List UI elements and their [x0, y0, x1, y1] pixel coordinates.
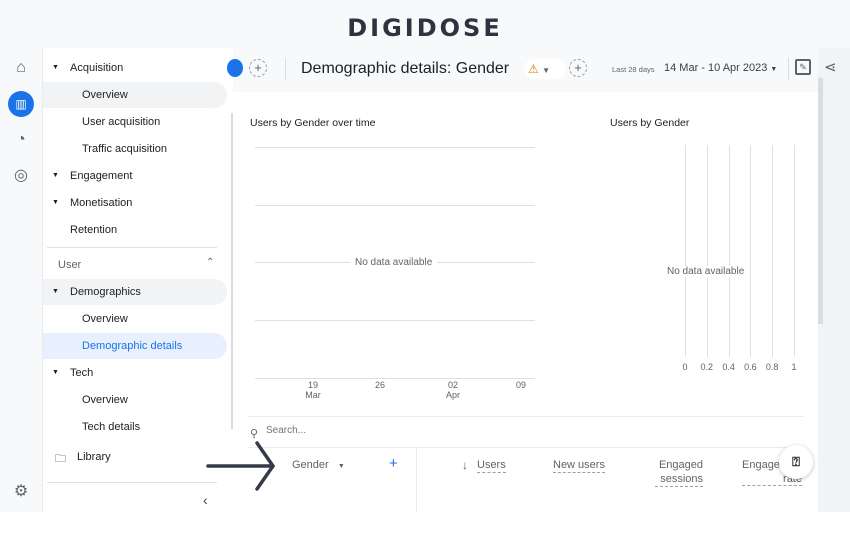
divider — [47, 247, 217, 248]
nav-item-label: Demographics — [70, 286, 141, 298]
explore-icon[interactable]: ◔ — [11, 130, 31, 150]
add-dimension-button[interactable]: + — [389, 455, 398, 472]
collapse-icon[interactable]: ⌃ — [206, 257, 214, 268]
nav-item[interactable]: Tech details — [43, 414, 227, 440]
nav-item-label: Monetisation — [70, 197, 133, 209]
nav-item[interactable]: Overview — [43, 306, 227, 332]
digidose-logo: DIGIDOSE — [347, 14, 503, 42]
date-range-label: Last 28 days — [612, 65, 655, 74]
gridline — [255, 147, 535, 148]
page-title: Demographic details: Gender — [301, 60, 510, 77]
nav-item[interactable]: ▼ Tech — [43, 360, 227, 386]
divider — [416, 447, 417, 512]
date-range-value: 14 Mar - 10 Apr 2023 — [664, 62, 768, 74]
gridline — [772, 145, 774, 357]
gridline — [255, 205, 535, 206]
divider — [248, 416, 804, 417]
report-header: + Demographic details: Gender ⚠ ▼ + Last… — [227, 48, 818, 92]
settings-gear-icon[interactable]: ⚙ — [11, 482, 31, 502]
nav-item[interactable]: Overview — [43, 82, 227, 108]
nav-item-label: Demographic details — [82, 340, 183, 352]
divider — [285, 58, 286, 80]
feedback-icon[interactable]: ⍰ — [779, 445, 813, 479]
warning-dropdown[interactable]: ⚠ ▼ — [524, 59, 566, 79]
expand-arrow-icon: ▼ — [52, 199, 59, 206]
scrollbar[interactable] — [818, 78, 823, 324]
x-tick-label: 02 Apr — [445, 380, 460, 400]
nav-section-user[interactable]: User — [58, 259, 81, 271]
gridline — [255, 378, 535, 379]
nav-item-label: Overview — [82, 394, 128, 406]
nav-item-label: Engagement — [70, 170, 133, 182]
gridline — [750, 145, 752, 357]
nav-item[interactable]: ▼ Monetisation — [43, 190, 227, 216]
nav-item-label: User acquisition — [82, 116, 161, 128]
nav-item-label: Retention — [70, 224, 118, 236]
gridline — [685, 145, 686, 357]
chevron-down-icon: ▼ — [770, 66, 778, 73]
share-icon[interactable]: ⋖ — [824, 58, 837, 76]
home-icon[interactable]: ⌂ — [11, 58, 31, 78]
search-icon: ⚲ — [250, 428, 259, 440]
nav-item-label: Overview — [82, 89, 128, 101]
nav-item[interactable]: Demographic details — [43, 333, 227, 359]
nav-item[interactable]: ▼ Acquisition — [43, 55, 227, 81]
icon-rail: ⌂ ▥ ◔ ◎ ⚙ — [0, 48, 42, 512]
column-header-engaged-sessions[interactable]: Engaged sessions — [655, 458, 703, 487]
expand-arrow-icon: ▼ — [52, 64, 59, 71]
gridline — [794, 145, 795, 357]
gridline — [255, 320, 535, 321]
nav-item[interactable]: Overview — [43, 387, 227, 413]
add-button[interactable]: + — [569, 59, 587, 77]
folder-icon: 🗀 — [55, 453, 66, 465]
nav-item[interactable]: User acquisition — [43, 109, 227, 135]
customize-report-icon[interactable]: ✎ — [795, 59, 811, 75]
chevron-down-icon: ▼ — [542, 66, 551, 75]
date-range-picker[interactable]: 14 Mar - 10 Apr 2023 ▼ — [664, 62, 777, 74]
add-comparison-button[interactable]: + — [249, 59, 267, 77]
column-header-new-users[interactable]: New users — [553, 458, 605, 473]
expand-arrow-icon: ▼ — [52, 172, 59, 179]
right-rail: ⋖ — [818, 48, 850, 512]
nav-item-label: Overview — [82, 313, 128, 325]
nav-item-label: Tech — [70, 367, 94, 379]
x-tick-label: 26 — [374, 380, 385, 390]
x-tick-label: 1 — [791, 362, 797, 372]
chevron-down-icon: ▼ — [337, 463, 345, 470]
x-tick-label: 09 — [515, 380, 526, 390]
divider — [248, 447, 804, 448]
advertising-icon[interactable]: ◎ — [11, 166, 31, 186]
nav-item[interactable]: Traffic acquisition — [43, 136, 227, 162]
expand-arrow-icon: ▼ — [52, 369, 59, 376]
divider — [788, 58, 789, 80]
nav-item[interactable]: ▼ Demographics — [43, 279, 227, 305]
gridline — [706, 145, 708, 357]
dimension-label: Gender — [292, 459, 329, 471]
column-header-users[interactable]: Users — [477, 458, 506, 473]
report-content — [233, 92, 818, 512]
line-chart-empty: No data available — [350, 257, 438, 268]
nav-item-label: Acquisition — [70, 62, 124, 74]
x-tick-label: 19 Mar — [305, 380, 321, 400]
divider — [47, 482, 217, 483]
table-search-input[interactable] — [266, 425, 466, 436]
nav-item[interactable]: Retention — [43, 217, 227, 243]
expand-arrow-icon: ▼ — [52, 288, 59, 295]
sort-arrow-icon: ↓ — [462, 458, 468, 472]
gridline — [728, 145, 730, 357]
nav-item-label: Tech details — [82, 421, 141, 433]
nav-item-library[interactable]: Library — [77, 451, 111, 463]
collapse-nav-icon[interactable]: ‹ — [203, 492, 208, 508]
nav-item[interactable]: ▼ Engagement — [43, 163, 227, 189]
warning-icon: ⚠ — [528, 62, 539, 76]
nav-item-label: Traffic acquisition — [82, 143, 167, 155]
line-chart-title: Users by Gender over time — [250, 117, 376, 129]
reports-icon[interactable]: ▥ — [8, 91, 34, 117]
bar-chart-empty: No data available — [664, 266, 748, 277]
arrow-annotation-icon — [206, 441, 276, 491]
dimension-dropdown[interactable]: Gender ▼ — [292, 459, 345, 471]
bottom-area — [0, 512, 850, 560]
comparison-chip[interactable] — [227, 59, 243, 77]
bar-chart-title: Users by Gender — [610, 117, 690, 129]
